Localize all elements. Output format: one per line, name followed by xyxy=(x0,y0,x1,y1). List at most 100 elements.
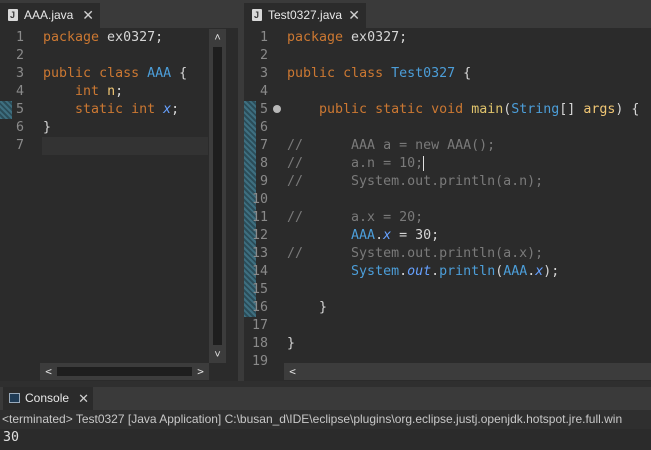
line-number: 7 xyxy=(259,138,268,153)
console-status-line: <terminated> Test0327 [Java Application]… xyxy=(0,410,651,429)
right-code-editor[interactable]: 1 package ex0327; 2 3 public class Test0327 … xyxy=(244,29,651,381)
code-line[interactable]: } xyxy=(43,119,51,137)
right-editor-pane: Test0327.java ✕ 1 package ex0327; 2 3 public… xyxy=(244,0,651,381)
line-number: 1 xyxy=(15,30,24,45)
code-token: { xyxy=(455,66,472,81)
scroll-down-icon[interactable]: ˅ xyxy=(209,346,226,363)
code-token: AAA xyxy=(147,66,172,81)
close-icon[interactable]: ✕ xyxy=(78,387,89,410)
line-number: 5 xyxy=(259,102,268,117)
line-number: 18 xyxy=(251,336,268,351)
code-token: AAA xyxy=(351,228,376,243)
code-token: ; xyxy=(171,102,180,117)
line-number: 3 xyxy=(259,66,268,81)
code-token: // a.x = 20; xyxy=(287,210,424,225)
code-line[interactable]: // AAA a = new AAA(); xyxy=(287,137,495,155)
scroll-left-icon[interactable]: < xyxy=(40,363,57,380)
code-line[interactable]: package ex0327; xyxy=(43,29,163,47)
close-icon[interactable]: ✕ xyxy=(82,3,94,28)
code-token: = 30; xyxy=(391,228,440,243)
code-line[interactable]: // a.x = 20; xyxy=(287,209,423,227)
vertical-scrollbar[interactable]: ˄ ˅ xyxy=(209,29,226,363)
line-number: 19 xyxy=(251,354,268,369)
left-tab-bar: AAA.java ✕ xyxy=(0,0,238,29)
scroll-up-icon[interactable]: ˄ xyxy=(209,29,226,46)
scroll-thumb[interactable] xyxy=(57,367,192,376)
code-line[interactable]: public class AAA { xyxy=(43,65,187,83)
code-line[interactable]: System.out.println(AAA.x); xyxy=(287,263,559,281)
code-line[interactable]: } xyxy=(287,299,327,317)
code-token: x xyxy=(383,228,392,243)
java-file-icon xyxy=(8,3,18,28)
line-number: 4 xyxy=(15,84,24,99)
code-line[interactable]: AAA.x = 30; xyxy=(287,227,439,245)
code-token: public xyxy=(43,66,92,81)
scroll-right-icon[interactable]: > xyxy=(192,363,209,380)
tab-label: AAA.java xyxy=(24,8,74,22)
code-token: class xyxy=(343,66,384,81)
line-number: 2 xyxy=(15,48,24,63)
line-number: 12 xyxy=(251,228,268,243)
line-number: 8 xyxy=(259,156,268,171)
code-line[interactable]: int n; xyxy=(43,83,123,101)
line-number: 9 xyxy=(259,174,268,189)
code-token: ) { xyxy=(615,102,640,117)
code-token: ex0327; xyxy=(99,30,164,45)
close-icon[interactable]: ✕ xyxy=(348,3,360,28)
code-line[interactable]: static int x; xyxy=(43,101,179,119)
console-tab-bar: Console ✕ xyxy=(0,387,651,410)
console-tab-label: Console xyxy=(25,391,70,405)
code-token: public xyxy=(287,66,336,81)
code-token: main xyxy=(471,102,504,117)
line-number: 17 xyxy=(251,318,268,333)
line-number: 11 xyxy=(251,210,268,225)
code-token: // a.n = 10; xyxy=(287,156,424,171)
code-token: ; xyxy=(115,84,124,99)
code-token: static xyxy=(375,102,424,117)
code-line[interactable]: // System.out.println(a.x); xyxy=(287,245,543,263)
left-code-editor[interactable]: 1 package ex0327; 2 3 public class AAA {4 in… xyxy=(0,29,238,381)
code-token: } xyxy=(287,300,328,315)
java-file-icon xyxy=(252,3,262,28)
line-number: 14 xyxy=(251,264,268,279)
tab-test0327-java[interactable]: Test0327.java ✕ xyxy=(244,3,366,28)
code-token: n xyxy=(107,84,116,99)
code-line[interactable]: // System.out.println(a.n); xyxy=(287,173,543,191)
scroll-left-icon[interactable]: < xyxy=(284,363,301,380)
code-token: int xyxy=(75,84,100,99)
code-line[interactable]: package ex0327; xyxy=(287,29,407,47)
scroll-thumb[interactable] xyxy=(213,47,222,345)
code-token: AAA xyxy=(503,264,528,279)
code-line[interactable]: public static void main(String[] args) { xyxy=(287,101,639,119)
code-line[interactable]: public class Test0327 { xyxy=(287,65,471,83)
horizontal-scrollbar[interactable]: < > xyxy=(40,363,209,380)
code-line[interactable]: } xyxy=(287,335,295,353)
line-number: 16 xyxy=(251,300,268,315)
code-token: . xyxy=(399,264,408,279)
code-line[interactable]: // a.n = 10; xyxy=(287,155,425,173)
code-token: [] xyxy=(559,102,584,117)
code-token: x xyxy=(163,102,172,117)
code-token: // AAA a = new AAA(); xyxy=(287,138,496,153)
console-output[interactable]: 30 xyxy=(0,429,651,450)
code-token: ); xyxy=(543,264,560,279)
code-token: System xyxy=(351,264,400,279)
horizontal-scrollbar[interactable]: < xyxy=(284,363,651,380)
code-token: { xyxy=(171,66,188,81)
line-number: 4 xyxy=(259,84,268,99)
tab-console[interactable]: Console ✕ xyxy=(3,387,93,410)
code-token: package xyxy=(287,30,344,45)
fold-collapse-icon[interactable] xyxy=(273,105,281,113)
code-token: void xyxy=(431,102,464,117)
tab-aaa-java[interactable]: AAA.java ✕ xyxy=(0,3,100,28)
code-token: } xyxy=(43,120,52,135)
